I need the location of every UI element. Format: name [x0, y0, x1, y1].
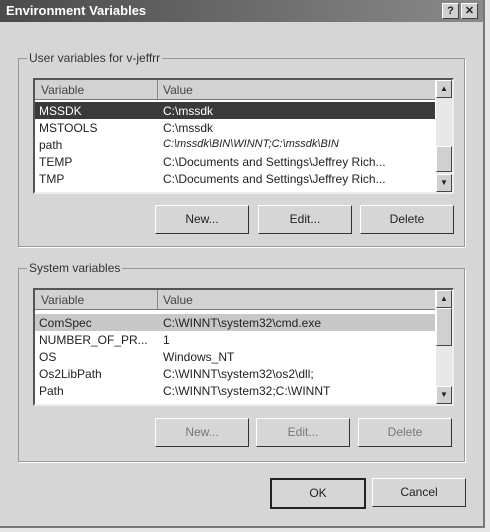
scroll-up-icon[interactable]: ▲ — [436, 80, 452, 98]
window-title: Environment Variables — [6, 3, 147, 18]
list-header: Variable Value — [35, 290, 435, 310]
system-variables-list[interactable]: Variable Value ComSpec C:\WINNT\system32\… — [33, 288, 454, 406]
column-value[interactable]: Value — [163, 83, 193, 97]
system-delete-button[interactable]: Delete — [358, 418, 452, 447]
variable-name: ComSpec — [39, 316, 92, 330]
column-value[interactable]: Value — [163, 293, 193, 307]
environment-variables-dialog: Environment Variables ? ✕ User variables… — [0, 0, 485, 528]
cancel-button[interactable]: Cancel — [372, 478, 466, 507]
system-variables-label: System variables — [27, 261, 123, 275]
variable-value: C:\WINNT\system32\cmd.exe — [163, 316, 322, 330]
table-row[interactable]: path C:\mssdk\BIN\WINNT;C:\mssdk\BIN — [35, 136, 435, 153]
list-header: Variable Value — [35, 80, 435, 100]
table-row[interactable]: NUMBER_OF_PR... 1 — [35, 331, 435, 348]
system-new-button[interactable]: New... — [155, 418, 249, 447]
table-row[interactable]: TMP C:\Documents and Settings\Jeffrey Ric… — [35, 170, 435, 187]
scroll-thumb[interactable] — [436, 308, 452, 346]
variable-value: C:\mssdk\BIN\WINNT;C:\mssdk\BIN — [163, 138, 339, 150]
ok-button[interactable]: OK — [270, 478, 366, 509]
variable-name: Os2LibPath — [39, 367, 102, 381]
table-row[interactable]: ComSpec C:\WINNT\system32\cmd.exe — [35, 314, 435, 331]
title-bar[interactable]: Environment Variables ? ✕ — [0, 0, 483, 22]
scroll-down-icon[interactable]: ▼ — [436, 174, 452, 192]
variable-value: 1 — [163, 333, 170, 347]
variable-name: TEMP — [39, 155, 73, 169]
close-icon[interactable]: ✕ — [461, 3, 478, 19]
variable-name: NUMBER_OF_PR... — [39, 333, 148, 347]
user-variables-list[interactable]: Variable Value MSSDK C:\mssdk MSTOOLS C:\m… — [33, 78, 454, 194]
variable-name: MSTOOLS — [39, 121, 98, 135]
variable-value: C:\Documents and Settings\Jeffrey Rich..… — [163, 172, 386, 186]
help-icon[interactable]: ? — [442, 3, 459, 19]
table-row[interactable]: OS Windows_NT — [35, 348, 435, 365]
table-row[interactable]: TEMP C:\Documents and Settings\Jeffrey Ri… — [35, 153, 435, 170]
scrollbar[interactable]: ▲ ▼ — [436, 290, 452, 404]
variable-value: C:\mssdk — [163, 104, 214, 118]
variable-name: TMP — [39, 172, 65, 186]
variable-name: path — [39, 138, 63, 152]
variable-value: C:\mssdk — [163, 121, 214, 135]
scrollbar[interactable]: ▲ ▼ — [436, 80, 452, 192]
table-row[interactable]: Path C:\WINNT\system32;C:\WINNT — [35, 382, 435, 399]
system-edit-button[interactable]: Edit... — [256, 418, 350, 447]
user-delete-button[interactable]: Delete — [360, 205, 454, 234]
column-variable[interactable]: Variable — [41, 293, 84, 307]
table-row[interactable]: MSTOOLS C:\mssdk — [35, 119, 435, 136]
variable-name: MSSDK — [39, 104, 82, 118]
scroll-up-icon[interactable]: ▲ — [436, 290, 452, 308]
table-row[interactable]: MSSDK C:\mssdk — [35, 102, 435, 119]
variable-value: C:\Documents and Settings\Jeffrey Rich..… — [163, 155, 386, 169]
variable-name: OS — [39, 350, 57, 364]
variable-value: C:\WINNT\system32\os2\dll; — [163, 367, 314, 381]
column-variable[interactable]: Variable — [41, 83, 84, 97]
table-row[interactable]: Os2LibPath C:\WINNT\system32\os2\dll; — [35, 365, 435, 382]
user-edit-button[interactable]: Edit... — [258, 205, 352, 234]
scroll-thumb[interactable] — [436, 146, 452, 172]
scroll-down-icon[interactable]: ▼ — [436, 386, 452, 404]
user-new-button[interactable]: New... — [155, 205, 249, 234]
user-variables-label: User variables for v-jeffrr — [27, 51, 163, 65]
variable-name: Path — [39, 384, 64, 398]
variable-value: Windows_NT — [163, 350, 235, 364]
variable-value: C:\WINNT\system32;C:\WINNT — [163, 384, 331, 398]
